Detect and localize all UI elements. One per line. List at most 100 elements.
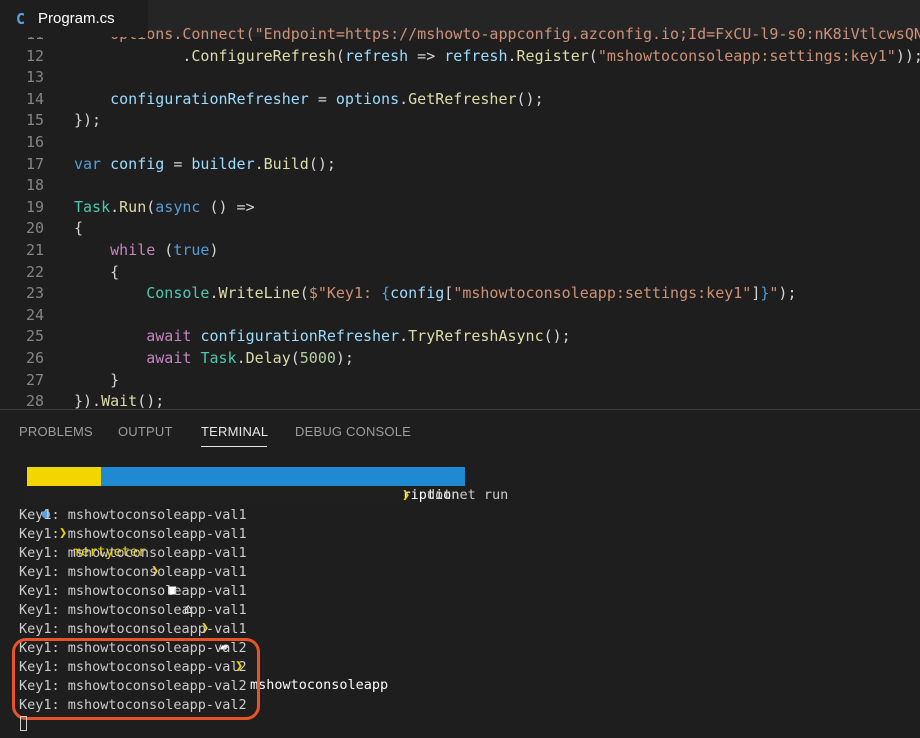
- code-editor[interactable]: 11 options.Connect("Endpoint=https://msh…: [0, 24, 920, 410]
- code-token: }: [74, 370, 120, 389]
- code-text: configurationRefresher = options.GetRefr…: [74, 88, 544, 110]
- code-token: TryRefreshAsync: [408, 327, 544, 346]
- code-token: ();: [137, 392, 165, 410]
- code-token: ();: [543, 327, 571, 346]
- code-token: 5000: [299, 349, 336, 367]
- code-token: [: [444, 284, 454, 303]
- line-number: 23: [25, 284, 44, 303]
- code-line: 28 }).Wait();: [0, 390, 920, 410]
- code-token: );: [778, 284, 797, 303]
- code-token: await: [146, 349, 192, 367]
- code-token: .: [507, 46, 517, 65]
- line-number: 16: [25, 133, 44, 151]
- code-token: .: [254, 154, 264, 173]
- code-text: await configurationRefresher.TryRefreshA…: [74, 325, 571, 347]
- tab-debug-console[interactable]: DEBUG CONSOLE: [295, 424, 411, 439]
- line-number: 14: [25, 89, 44, 108]
- code-line: 25 await configurationRefresher.TryRefre…: [0, 325, 920, 347]
- terminal-output-line: Key1: mshowtoconsoleapp-val1: [19, 526, 247, 542]
- code-line: 19 Task.Run(async () =>: [0, 196, 920, 218]
- code-line: 26 await Task.Delay(5000);: [0, 347, 920, 369]
- code-line: 24: [0, 304, 920, 326]
- tab-problems[interactable]: PROBLEMS: [19, 424, 93, 439]
- terminal-output-line: Key1: mshowtoconsoleapp-val1: [19, 507, 247, 523]
- code-token: ]: [751, 284, 761, 303]
- code-line: 13: [0, 66, 920, 88]
- code-token: .: [209, 284, 219, 303]
- path-segment: ● ❯ mertyeter ❯ ■ ⌂ ❯ ▰ ❯ mshowtoconsole…: [24, 486, 404, 693]
- line-number: 20: [25, 219, 44, 238]
- powerline-arrow-icon: [430, 467, 442, 486]
- code-line: 12 .ConfigureRefresh(refresh => refresh.…: [0, 45, 920, 67]
- code-text: }).Wait();: [74, 390, 164, 410]
- code-token: refresh: [444, 46, 508, 65]
- terminal-output-line: Key1: mshowtoconsoleapp-val1: [19, 602, 247, 618]
- code-text: });: [74, 109, 101, 131]
- code-token: (: [146, 197, 156, 216]
- code-token: Build: [263, 154, 309, 173]
- val2-highlight-annotation: [12, 638, 260, 720]
- code-token: .: [236, 349, 246, 367]
- code-token: =>: [408, 46, 445, 65]
- tab-terminal[interactable]: TERMINAL: [201, 424, 268, 439]
- code-token: Task: [200, 349, 237, 367]
- code-token: ();: [308, 154, 336, 173]
- code-line: 14 configurationRefresher = options.GetR…: [0, 88, 920, 110]
- line-number: 25: [25, 327, 44, 346]
- tab-program-cs[interactable]: C Program.cs: [0, 0, 148, 37]
- code-token: Run: [119, 197, 147, 216]
- code-text: options.Connect("Endpoint=https://mshowt…: [74, 24, 920, 45]
- code-token: Register: [516, 46, 589, 65]
- code-text: while (true): [74, 239, 218, 261]
- code-token: ));: [895, 46, 920, 65]
- code-token: "mshowtoconsoleapp:settings:key1": [597, 46, 896, 65]
- code-token: .: [399, 89, 409, 108]
- code-line: 16: [0, 131, 920, 153]
- code-text: await Task.Delay(5000);: [74, 347, 354, 369]
- terminal-command: dotnet run: [427, 487, 509, 503]
- line-number: 18: [25, 176, 44, 195]
- code-token: WriteLine: [218, 284, 300, 303]
- code-text: .ConfigureRefresh(refresh => refresh.Reg…: [74, 45, 920, 67]
- code-token: options: [335, 89, 400, 108]
- prompt-chevron-icon: ❯: [402, 487, 411, 503]
- code-line: 21 while (true): [0, 239, 920, 261]
- code-line: 17 var config = builder.Build();: [0, 153, 920, 175]
- code-text: var config = builder.Build();: [74, 153, 336, 175]
- line-number: 19: [25, 197, 44, 216]
- code-token: configurationRefresher: [110, 89, 309, 108]
- tab-output[interactable]: OUTPUT: [118, 424, 173, 439]
- code-token: Wait: [101, 392, 138, 410]
- code-token: =: [164, 154, 192, 173]
- code-token: refresh: [344, 46, 409, 65]
- code-text: {: [74, 217, 83, 239]
- code-token: {: [74, 262, 120, 281]
- code-token: configurationRefresher: [200, 327, 400, 346]
- code-token: });: [74, 111, 102, 130]
- terminal-output-line: Key1: mshowtoconsoleapp-val1: [19, 621, 247, 637]
- code-token: (: [290, 349, 300, 367]
- code-token: (: [335, 46, 345, 65]
- code-token: Delay: [245, 349, 291, 367]
- line-number: 21: [25, 241, 44, 259]
- code-token: .: [110, 197, 120, 216]
- code-token: ();: [516, 89, 544, 108]
- line-number: 12: [25, 46, 44, 65]
- code-token: (: [588, 46, 598, 65]
- code-token: );: [335, 349, 354, 367]
- tab-label: Program.cs: [38, 10, 115, 27]
- terminal-output-line: Key1: mshowtoconsoleapp-val1: [19, 545, 247, 561]
- code-token: config: [110, 154, 165, 173]
- code-token: await: [146, 327, 192, 346]
- line-number: 28: [25, 392, 44, 410]
- code-line: 20 {: [0, 217, 920, 239]
- line-number: 26: [25, 349, 44, 367]
- code-token: (: [155, 241, 174, 259]
- code-line: 27 }: [0, 369, 920, 391]
- code-text: Console.WriteLine($"Key1: {config["mshow…: [74, 282, 796, 304]
